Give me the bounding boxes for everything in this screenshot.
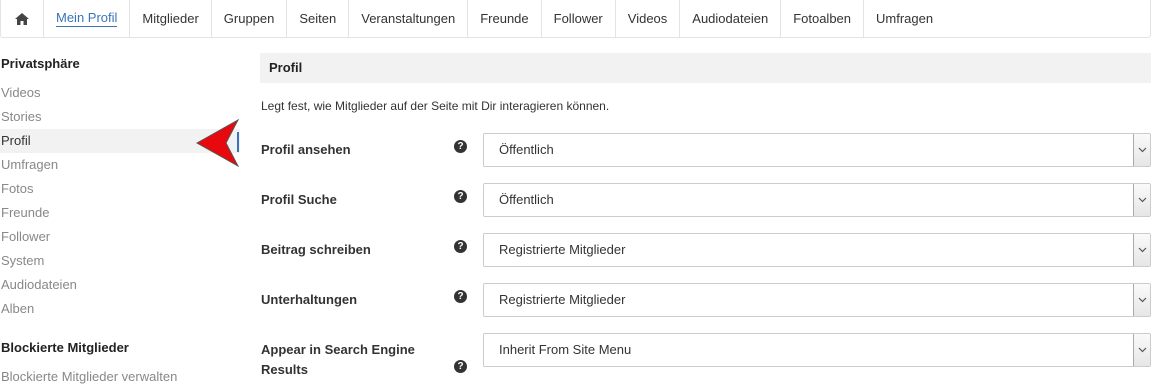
beitrag-schreiben-select[interactable]: Registrierte Mitglieder: [483, 233, 1151, 267]
sidebar-item-follower[interactable]: Follower: [0, 225, 240, 249]
help-icon[interactable]: ?: [454, 190, 467, 203]
sidebar-item-audiodateien[interactable]: Audiodateien: [0, 273, 240, 297]
help-icon[interactable]: ?: [454, 240, 467, 253]
search-engine-select[interactable]: Inherit From Site Menu: [483, 333, 1151, 367]
help-icon[interactable]: ?: [454, 140, 467, 153]
nav-item-gruppen[interactable]: Gruppen: [212, 0, 288, 37]
nav-item-mitglieder[interactable]: Mitglieder: [130, 0, 212, 37]
profil-ansehen-select[interactable]: Öffentlich: [483, 133, 1151, 167]
red-arrow-annotation: [195, 118, 240, 168]
nav-item-fotoalben[interactable]: Fotoalben: [781, 0, 865, 37]
nav-item-label: Follower: [553, 11, 603, 26]
nav-item-label: Audiodateien: [692, 11, 769, 26]
nav-item-audiodateien[interactable]: Audiodateien: [680, 0, 782, 37]
chevron-down-icon: [1133, 134, 1150, 166]
select-value: Öffentlich: [499, 192, 554, 207]
home-button[interactable]: [1, 0, 44, 37]
nav-item-follower[interactable]: Follower: [542, 0, 616, 37]
nav-item-label: Fotoalben: [793, 11, 852, 26]
nav-item-mein-profil[interactable]: Mein Profil: [44, 0, 131, 37]
chevron-down-icon: [1133, 184, 1150, 216]
chevron-down-icon: [1133, 334, 1150, 366]
select-value: Inherit From Site Menu: [499, 342, 632, 357]
manage-blocked-members-link[interactable]: Blockierte Mitglieder verwalten: [0, 365, 240, 389]
nav-item-label: Gruppen: [223, 11, 275, 26]
home-icon: [15, 12, 29, 25]
select-value: Registrierte Mitglieder: [499, 242, 626, 257]
nav-item-veranstaltungen[interactable]: Veranstaltungen: [349, 0, 469, 37]
chevron-down-icon: [1133, 234, 1150, 266]
unterhaltungen-select[interactable]: Registrierte Mitglieder: [483, 283, 1151, 317]
nav-item-label: Veranstaltungen: [361, 11, 456, 26]
nav-item-label: Freunde: [480, 11, 529, 26]
nav-item-videos[interactable]: Videos: [616, 0, 681, 37]
nav-item-label: Seiten: [299, 11, 337, 26]
setting-label-unterhaltungen: Unterhaltungen: [261, 292, 358, 307]
setting-label-beitrag-schreiben: Beitrag schreiben: [261, 242, 371, 257]
nav-item-label: Mitglieder: [142, 11, 199, 26]
nav-item-label: Videos: [627, 11, 668, 26]
help-icon[interactable]: ?: [454, 290, 467, 303]
setting-label-profil-ansehen: Profil ansehen: [261, 142, 351, 157]
nav-item-umfragen[interactable]: Umfragen: [864, 0, 945, 37]
select-value: Registrierte Mitglieder: [499, 292, 626, 307]
setting-label-profil-suche: Profil Suche: [261, 192, 337, 207]
sidebar-item-fotos[interactable]: Fotos: [0, 177, 240, 201]
nav-item-freunde[interactable]: Freunde: [468, 0, 542, 37]
profil-suche-select[interactable]: Öffentlich: [483, 183, 1151, 217]
nav-item-label: Umfragen: [876, 11, 934, 26]
setting-label-search-engine: Appear in Search Engine Results: [261, 342, 415, 377]
privacy-heading: Privatsphäre: [1, 56, 80, 71]
chevron-down-icon: [1133, 284, 1150, 316]
nav-item-seiten[interactable]: Seiten: [287, 0, 350, 37]
sidebar-item-freunde[interactable]: Freunde: [0, 201, 240, 225]
help-icon[interactable]: ?: [454, 360, 467, 373]
sidebar-item-videos[interactable]: Videos: [0, 81, 240, 105]
nav-item-label: Mein Profil: [56, 10, 118, 27]
sidebar-item-alben[interactable]: Alben: [0, 297, 240, 321]
sidebar-item-system[interactable]: System: [0, 249, 240, 273]
section-description: Legt fest, wie Mitglieder auf der Seite …: [261, 99, 610, 113]
section-title: Profil: [260, 53, 1151, 83]
blocked-members-heading: Blockierte Mitglieder: [1, 340, 129, 355]
top-navigation: Mein Profil Mitglieder Gruppen Seiten Ve…: [0, 0, 1151, 38]
select-value: Öffentlich: [499, 142, 554, 157]
